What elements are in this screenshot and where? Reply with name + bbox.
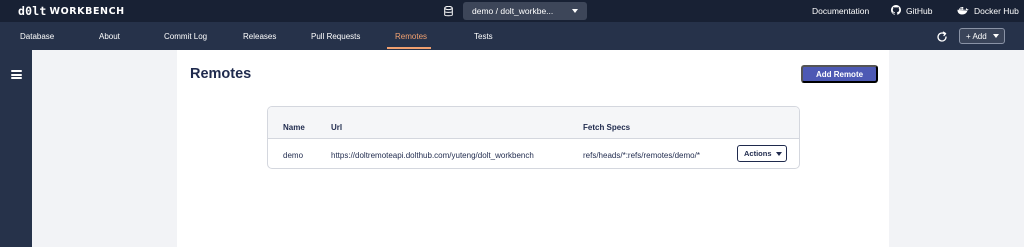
tab-tests[interactable]: Tests bbox=[474, 32, 493, 41]
caret-down-icon bbox=[992, 34, 999, 38]
top-bar: d0lt WORKBENCH demo / dolt_workbe... Doc… bbox=[0, 0, 1024, 22]
add-button-label: + Add bbox=[966, 31, 987, 41]
tab-releases[interactable]: Releases bbox=[243, 32, 276, 41]
database-select-box[interactable]: demo / dolt_workbe... bbox=[463, 2, 587, 20]
add-remote-button[interactable]: Add Remote bbox=[801, 65, 878, 83]
database-select-value: demo / dolt_workbe... bbox=[472, 6, 554, 16]
logo-mark: d0lt bbox=[18, 4, 47, 18]
add-dropdown-button[interactable]: + Add bbox=[959, 28, 1005, 44]
actions-dropdown-button[interactable]: Actions bbox=[737, 145, 787, 162]
table-header bbox=[268, 107, 799, 139]
database-icon bbox=[441, 2, 455, 20]
documentation-label: Documentation bbox=[812, 6, 870, 16]
docker-icon bbox=[957, 6, 969, 17]
column-header-name: Name bbox=[283, 123, 305, 132]
remote-url-cell: https://doltremoteapi.dolthub.com/yuteng… bbox=[331, 151, 534, 160]
dolt-workbench-logo[interactable]: d0lt WORKBENCH bbox=[18, 4, 125, 18]
remote-fetch-specs-cell: refs/heads/*:refs/remotes/demo/* bbox=[583, 151, 700, 160]
menu-icon[interactable] bbox=[11, 70, 22, 79]
github-label: GitHub bbox=[906, 6, 933, 16]
column-header-url: Url bbox=[331, 123, 343, 132]
tab-remotes[interactable]: Remotes bbox=[395, 32, 427, 41]
column-header-fetch-specs: Fetch Specs bbox=[583, 123, 631, 132]
documentation-link[interactable]: Documentation bbox=[812, 5, 869, 17]
remotes-table: Name Url Fetch Specs demo https://doltre… bbox=[267, 106, 800, 169]
refresh-icon[interactable] bbox=[936, 30, 948, 42]
github-link[interactable]: GitHub bbox=[891, 5, 932, 17]
left-sidebar bbox=[0, 50, 32, 247]
tab-database[interactable]: Database bbox=[20, 32, 54, 41]
tab-pull-requests[interactable]: Pull Requests bbox=[311, 32, 360, 41]
docker-hub-link[interactable]: Docker Hub bbox=[957, 5, 1019, 17]
database-selector[interactable]: demo / dolt_workbe... bbox=[441, 2, 587, 20]
active-tab-indicator bbox=[387, 47, 431, 49]
actions-label: Actions bbox=[744, 149, 772, 158]
github-icon bbox=[891, 5, 901, 17]
docker-hub-label: Docker Hub bbox=[974, 6, 1019, 16]
caret-down-icon bbox=[775, 151, 782, 156]
remote-name-cell: demo bbox=[283, 151, 304, 160]
tab-about[interactable]: About bbox=[99, 32, 120, 41]
logo-text: WORKBENCH bbox=[49, 5, 125, 17]
page-title: Remotes bbox=[190, 66, 252, 82]
repository-nav: Database About Commit Log Releases Pull … bbox=[0, 22, 1024, 50]
chevron-down-icon bbox=[572, 9, 578, 13]
tab-commit-log[interactable]: Commit Log bbox=[164, 32, 207, 41]
